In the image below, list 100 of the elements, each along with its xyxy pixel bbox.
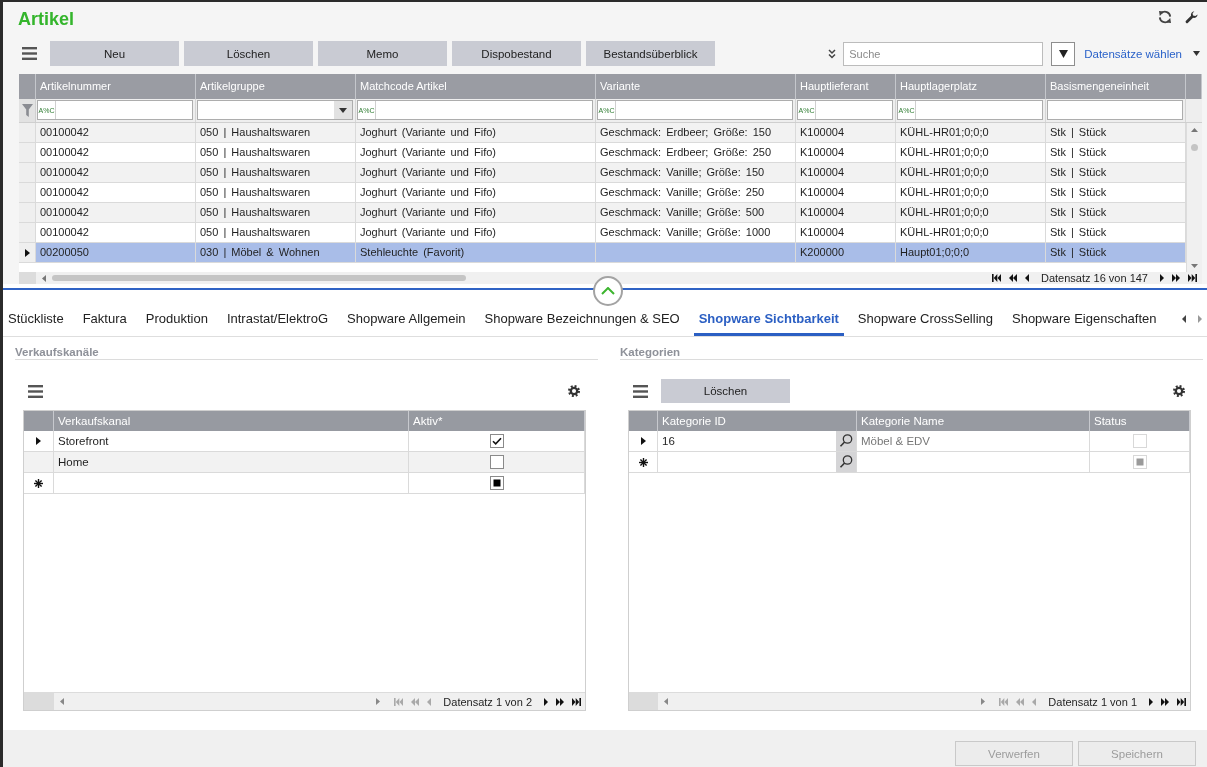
first-page-icon[interactable]: [991, 274, 1001, 282]
settings-icon[interactable]: [568, 385, 580, 397]
next-icon[interactable]: [544, 697, 548, 706]
caret-icon[interactable]: [1193, 51, 1200, 56]
tab[interactable]: Shopware Bezeichnungen & SEO: [479, 304, 685, 336]
table-cell: KÜHL-HR01;0;0;0: [896, 203, 1046, 222]
scroll-left-icon[interactable]: [664, 698, 668, 705]
grid-corner: [19, 272, 36, 284]
fast-back-icon[interactable]: [1008, 274, 1017, 282]
scroll-thumb[interactable]: [1191, 144, 1198, 151]
table-cell: Joghurt (Variante und Fifo): [356, 203, 596, 222]
table-cell: Joghurt (Variante und Fifo): [356, 223, 596, 242]
search-icon[interactable]: [836, 452, 856, 472]
table-row[interactable]: 00100042 050 | Haushaltswaren Joghurt (Variante und Fifo) Geschmack: Erdbeer; Größe: 150 K100004 KÜHL-HR01;0;0;0 Stk | Stück: [19, 123, 1186, 143]
table-cell: 00200050: [36, 243, 196, 262]
vertical-scrollbar[interactable]: [1186, 123, 1202, 272]
tab[interactable]: Produktion: [140, 304, 213, 336]
table-cell: K100004: [796, 123, 896, 142]
table-cell: KÜHL-HR01;0;0;0: [896, 163, 1046, 182]
record-counter: Datensatz 1 von 2: [443, 695, 532, 708]
previous-icon[interactable]: [1024, 274, 1029, 282]
double-chevron-down-icon[interactable]: [828, 48, 837, 59]
tab[interactable]: Shopware CrossSelling: [852, 304, 998, 336]
scroll-right-icon[interactable]: [376, 698, 381, 705]
filter-field[interactable]: [1047, 100, 1183, 120]
checkbox[interactable]: [489, 434, 504, 448]
table-row[interactable]: 00200050 030 | Möbel & Wohnen Stehleuchte (Favorit) K200000 Haupt01;0;0;0 Stk | Stück: [19, 243, 1186, 263]
scroll-right-icon[interactable]: [981, 698, 986, 705]
menu-icon[interactable]: [28, 384, 43, 398]
table-cell: 050 | Haushaltswaren: [196, 123, 356, 142]
section-title: Kategorien: [620, 345, 1203, 360]
table-cell: Stehleuchte (Favorit): [356, 243, 596, 262]
caret-icon[interactable]: [339, 107, 347, 113]
filter-dropdown-button[interactable]: [1051, 41, 1076, 66]
filter-icon[interactable]: [21, 104, 33, 117]
records-menu-link[interactable]: Datensätze wählen: [1084, 47, 1182, 60]
table-cell: 050 | Haushaltswaren: [196, 143, 356, 162]
fast-forward-icon[interactable]: [1172, 274, 1180, 282]
table-row[interactable]: 00100042 050 | Haushaltswaren Joghurt (Variante und Fifo) Geschmack: Vanille; Größe: 250 K100004 KÜHL-HR01;0;0;0 Stk | Stück: [19, 183, 1186, 203]
table-cell: KÜHL-HR01;0;0;0: [896, 183, 1046, 202]
table-cell: 030 | Möbel & Wohnen: [196, 243, 356, 262]
table-cell: K100004: [796, 223, 896, 242]
table-cell: Geschmack: Vanille; Größe: 1000: [596, 223, 796, 242]
toolbar-button[interactable]: Bestandsüberblick: [586, 41, 715, 66]
section-title: Verkaufskanäle: [15, 345, 598, 360]
table-cell: K100004: [796, 203, 896, 222]
table-cell: Geschmack: Vanille; Größe: 250: [596, 183, 796, 202]
toolbar-button[interactable]: Löschen: [184, 41, 313, 66]
tab[interactable]: Faktura: [77, 304, 132, 336]
tab[interactable]: Stückliste: [3, 304, 69, 336]
menu-icon[interactable]: [22, 47, 37, 60]
checkbox[interactable]: [489, 455, 504, 469]
tab[interactable]: Shopware Eigenschaften: [1007, 304, 1162, 336]
filter-field[interactable]: [197, 100, 353, 120]
table-cell: K100004: [796, 143, 896, 162]
scroll-left-icon[interactable]: [42, 274, 46, 282]
tab[interactable]: Shopware Allgemein: [342, 304, 471, 336]
table-row[interactable]: 00100042 050 | Haushaltswaren Joghurt (Variante und Fifo) Geschmack: Vanille; Größe: 150 K100004 KÜHL-HR01;0;0;0 Stk | Stück: [19, 163, 1186, 183]
table-cell: Geschmack: Erdbeer; Größe: 150: [596, 123, 796, 142]
table-cell: 00100042: [36, 143, 196, 162]
table-cell: Joghurt (Variante und Fifo): [356, 123, 596, 142]
table-row[interactable]: 00100042 050 | Haushaltswaren Joghurt (Variante und Fifo) Geschmack: Vanille; Größe: 500 K100004 KÜHL-HR01;0;0;0 Stk | Stück: [19, 203, 1186, 223]
table-cell: Haupt01;0;0;0: [896, 243, 1046, 262]
table-cell: 00100042: [36, 163, 196, 182]
last-page-icon[interactable]: [1177, 697, 1186, 706]
scroll-left-icon[interactable]: [60, 698, 64, 705]
scroll-down-icon[interactable]: [1191, 264, 1198, 268]
wrench-icon[interactable]: [1185, 10, 1198, 24]
checkbox[interactable]: [489, 476, 504, 490]
last-page-icon[interactable]: [1188, 274, 1197, 282]
table-row[interactable]: 00100042 050 | Haushaltswaren Joghurt (Variante und Fifo) Geschmack: Vanille; Größe: 1000 K100004 KÜHL-HR01;0;0;0 Stk | Stück: [19, 223, 1186, 243]
search-field[interactable]: Suche: [843, 41, 1044, 66]
next-icon[interactable]: [1160, 274, 1164, 282]
last-page-icon[interactable]: [572, 697, 581, 706]
table-row[interactable]: Home: [24, 452, 585, 473]
caret-icon: [1058, 49, 1068, 58]
settings-icon[interactable]: [1173, 385, 1185, 397]
delete-button[interactable]: Löschen: [661, 379, 790, 403]
toolbar-button[interactable]: Dispobestand: [452, 41, 581, 66]
page-title: Artikel: [18, 8, 75, 30]
table-row[interactable]: 00100042 050 | Haushaltswaren Joghurt (Variante und Fifo) Geschmack: Erdbeer; Größe: 250 K100004 KÜHL-HR01;0;0;0 Stk | Stück: [19, 143, 1186, 163]
scroll-up-icon[interactable]: [1191, 128, 1198, 132]
table-cell: 050 | Haushaltswaren: [196, 203, 356, 222]
toolbar-button[interactable]: Neu: [50, 41, 179, 66]
menu-icon[interactable]: [633, 384, 648, 398]
table-cell: Geschmack: Erdbeer; Größe: 250: [596, 143, 796, 162]
tab-scroll-right-icon[interactable]: [1198, 314, 1202, 323]
next-icon[interactable]: [1149, 697, 1153, 706]
record-counter: Datensatz 1 von 1: [1048, 695, 1137, 708]
tab-scroll-left-icon[interactable]: [1182, 314, 1186, 323]
toolbar-button[interactable]: Memo: [318, 41, 447, 66]
tab[interactable]: Intrastat/ElektroG: [221, 304, 334, 336]
table-cell: 00100042: [36, 183, 196, 202]
tab[interactable]: Shopware Sichtbarkeit: [693, 304, 844, 336]
refresh-icon[interactable]: [1158, 10, 1172, 24]
scroll-thumb[interactable]: [52, 275, 466, 281]
fast-forward-icon[interactable]: [1161, 697, 1169, 706]
table-cell: K200000: [796, 243, 896, 262]
fast-forward-icon[interactable]: [556, 697, 564, 706]
row-pointer-icon: [24, 248, 30, 257]
